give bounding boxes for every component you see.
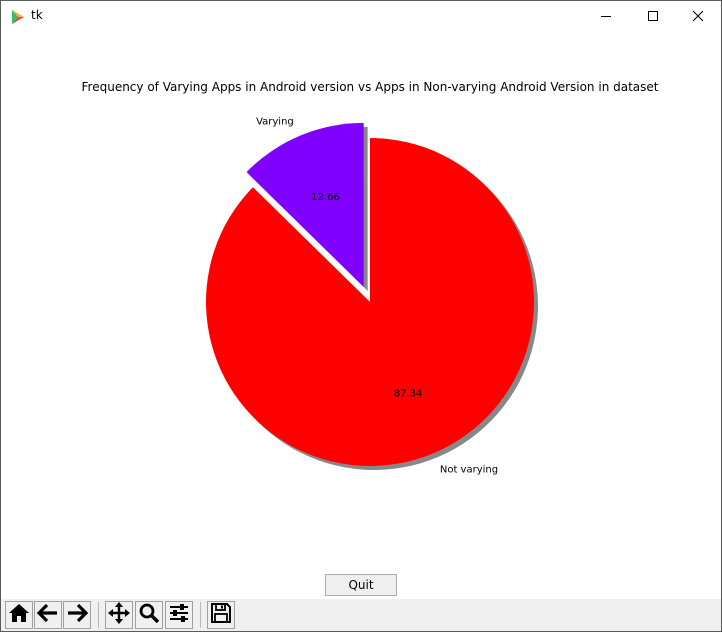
close-button[interactable] bbox=[675, 1, 721, 31]
slice-label-not-varying: Not varying bbox=[440, 464, 498, 475]
pct-label-not-varying: 87.34 bbox=[394, 389, 423, 400]
chart-title: Frequency of Varying Apps in Android ver… bbox=[82, 80, 659, 94]
zoom-icon bbox=[138, 602, 160, 628]
title-bar: tk bbox=[1, 1, 721, 31]
tk-feather-icon bbox=[10, 9, 26, 25]
toolbar-separator bbox=[98, 602, 99, 628]
forward-icon bbox=[66, 602, 89, 628]
maximize-button[interactable] bbox=[630, 1, 676, 31]
pie-chart: Frequency of Varying Apps in Android ver… bbox=[82, 80, 659, 475]
home-icon bbox=[8, 602, 30, 628]
app-window: tk Frequency of Varying Apps in Android … bbox=[0, 0, 722, 632]
pie-slice-not-varying bbox=[206, 138, 535, 466]
configure-subplots-icon bbox=[168, 602, 190, 628]
window-title: tk bbox=[31, 8, 43, 22]
forward-button[interactable] bbox=[63, 601, 91, 629]
slice-label-varying: Varying bbox=[256, 117, 294, 128]
zoom-button[interactable] bbox=[135, 601, 163, 629]
toolbar-separator bbox=[200, 602, 201, 628]
minimize-icon bbox=[600, 7, 612, 26]
back-icon bbox=[36, 602, 59, 628]
home-button[interactable] bbox=[5, 601, 33, 629]
pan-button[interactable] bbox=[105, 601, 133, 629]
save-icon bbox=[210, 602, 232, 628]
pct-label-varying: 12.66 bbox=[311, 192, 340, 203]
quit-button[interactable]: Quit bbox=[325, 574, 397, 596]
minimize-button[interactable] bbox=[583, 1, 629, 31]
back-button[interactable] bbox=[34, 601, 62, 629]
navigation-toolbar bbox=[1, 599, 721, 631]
plot-figure: Frequency of Varying Apps in Android ver… bbox=[1, 31, 721, 571]
close-icon bbox=[692, 7, 704, 26]
save-button[interactable] bbox=[207, 601, 235, 629]
configure-subplots-button[interactable] bbox=[165, 601, 193, 629]
pan-icon bbox=[108, 602, 130, 628]
maximize-icon bbox=[647, 7, 659, 26]
